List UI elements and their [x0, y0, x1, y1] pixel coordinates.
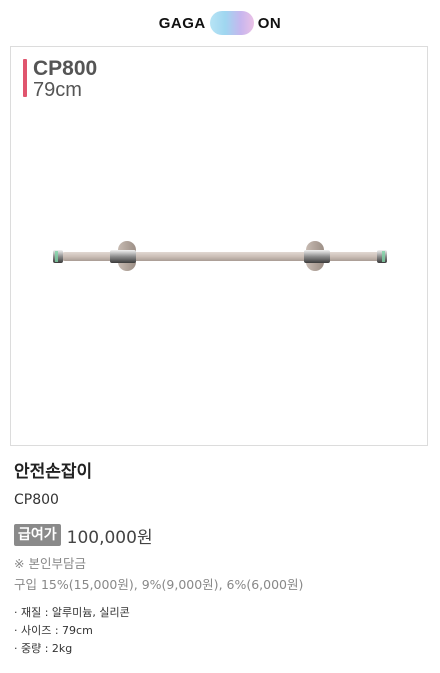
- copay-breakdown: 구입 15%(15,000원), 9%(9,000원), 6%(6,000원): [14, 577, 304, 592]
- header: GAGA ON: [0, 0, 440, 46]
- spec-item-size: · 사이즈 : 79cm: [14, 624, 93, 637]
- grab-bar-illustration: [53, 241, 387, 271]
- brand-left: GAGA: [158, 14, 206, 32]
- bracket-left: [110, 250, 136, 263]
- price-row: 급여가 100,000원: [14, 522, 426, 548]
- spec-item-material: · 재질 : 알루미늄, 실리콘: [14, 606, 130, 619]
- price-value: 100,000원: [66, 527, 153, 548]
- spec-item-weight: · 중량 : 2kg: [14, 642, 73, 655]
- product-info: 안전손잡이 CP800 급여가 100,000원 ※ 본인부담금 구입 15%(…: [14, 458, 426, 658]
- product-image: CP800 79cm: [10, 46, 428, 446]
- brand-logo[interactable]: GAGA ON: [159, 11, 282, 35]
- logo-pill-icon: [209, 11, 254, 35]
- brand-right: ON: [257, 14, 282, 32]
- spec-list: · 재질 : 알루미늄, 실리콘 · 사이즈 : 79cm · 중량 : 2kg: [14, 604, 426, 658]
- product-code: CP800: [14, 492, 59, 508]
- copay-note: ※ 본인부담금: [14, 556, 86, 571]
- bracket-right: [304, 250, 330, 263]
- product-title: 안전손잡이: [14, 462, 93, 482]
- price-badge: 급여가: [14, 524, 61, 546]
- bar-tube: [61, 252, 385, 261]
